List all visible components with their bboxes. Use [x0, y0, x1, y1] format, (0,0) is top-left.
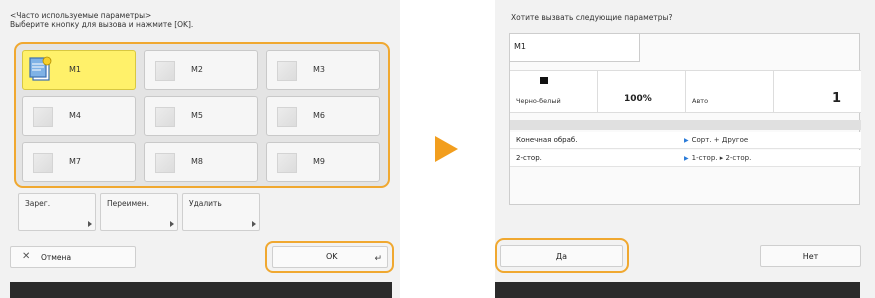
copies-cell: 1: [774, 71, 861, 113]
empty-memory-icon: [277, 107, 297, 127]
empty-memory-icon: [155, 61, 175, 81]
rename-button[interactable]: Переимен.: [100, 193, 178, 231]
rename-label: Переимен.: [107, 199, 150, 208]
memory-button-label: M1: [69, 65, 81, 74]
memory-button-m9[interactable]: M9: [266, 142, 380, 182]
memory-button-m6[interactable]: M6: [266, 96, 380, 136]
memory-button-label: M2: [191, 65, 203, 74]
option-row: 2-стор. ▶ 1-стор. ▸ 2-стор.: [510, 150, 861, 167]
yes-button[interactable]: Да: [500, 245, 623, 267]
memory-name: M1: [514, 42, 526, 51]
memory-button-label: M6: [313, 111, 325, 120]
memory-button-m7[interactable]: M7: [22, 142, 136, 182]
black-white-icon: [540, 77, 548, 84]
memory-button-label: M7: [69, 157, 81, 166]
confirm-title: Хотите вызвать следующие параметры?: [511, 13, 673, 22]
empty-memory-icon: [277, 153, 297, 173]
zoom-cell: 100%: [598, 71, 686, 113]
cancel-button[interactable]: ✕ Отмена: [10, 246, 136, 268]
memory-button-label: M4: [69, 111, 81, 120]
zoom-value: 100%: [624, 94, 652, 104]
memory-name-tab: M1: [510, 34, 640, 62]
empty-memory-icon: [33, 107, 53, 127]
register-button[interactable]: Зарег.: [18, 193, 96, 231]
option-name: Конечная обраб.: [516, 136, 578, 144]
submenu-arrow-icon: [88, 221, 92, 227]
memory-select-screen: <Часто используемые параметры> Выберите …: [0, 0, 400, 298]
option-value: ▶ Сорт. + Другое: [684, 136, 749, 144]
delete-label: Удалить: [189, 199, 222, 208]
settings-summary: M1 Черно-белый 100% Авто 1 Конечная обра…: [509, 33, 861, 205]
no-label: Нет: [802, 252, 819, 261]
memory-button-label: M3: [313, 65, 325, 74]
color-mode-value: Черно-белый: [516, 97, 561, 105]
ok-label: OK: [326, 252, 338, 261]
memory-button-m1[interactable]: M1: [22, 50, 136, 90]
basic-settings-row: Черно-белый 100% Авто 1: [510, 70, 861, 113]
delete-button[interactable]: Удалить: [182, 193, 260, 231]
submenu-arrow-icon: [170, 221, 174, 227]
memory-button-m8[interactable]: M8: [144, 142, 258, 182]
memory-button-m5[interactable]: M5: [144, 96, 258, 136]
submenu-arrow-icon: [252, 221, 256, 227]
yes-label: Да: [555, 252, 568, 261]
bullet-arrow-icon: ▶: [684, 155, 689, 162]
register-label: Зарег.: [25, 199, 51, 208]
divider: [510, 120, 861, 130]
empty-memory-icon: [155, 153, 175, 173]
status-bar: [495, 282, 860, 298]
memory-button-m4[interactable]: M4: [22, 96, 136, 136]
screen-instruction: Выберите кнопку для вызова и нажмите [OK…: [10, 20, 194, 29]
option-name: 2-стор.: [516, 154, 542, 162]
copies-value: 1: [831, 91, 841, 106]
ok-button[interactable]: OK ↵: [272, 246, 388, 268]
memory-button-grid: M1 M2 M3 M4 M5 M6 M7 M8 M9: [14, 42, 390, 188]
option-row: Конечная обраб. ▶ Сорт. + Другое: [510, 132, 861, 149]
memory-button-label: M8: [191, 157, 203, 166]
no-button[interactable]: Нет: [760, 245, 861, 267]
document-icon: [29, 56, 52, 81]
option-value: ▶ 1-стор. ▸ 2-стор.: [684, 154, 752, 162]
status-bar: [10, 282, 392, 298]
memory-button-m2[interactable]: M2: [144, 50, 258, 90]
empty-memory-icon: [155, 107, 175, 127]
cancel-label: Отмена: [41, 253, 72, 262]
bullet-arrow-icon: ▶: [684, 137, 689, 144]
enter-icon: ↵: [374, 254, 382, 264]
paper-cell: Авто: [686, 71, 774, 113]
next-step-arrow-icon: [435, 136, 458, 162]
memory-button-label: M5: [191, 111, 203, 120]
color-mode-cell: Черно-белый: [510, 71, 598, 113]
empty-memory-icon: [33, 153, 53, 173]
memory-button-m3[interactable]: M3: [266, 50, 380, 90]
paper-value: Авто: [692, 97, 709, 105]
close-icon: ✕: [22, 251, 31, 262]
memory-button-label: M9: [313, 157, 325, 166]
empty-memory-icon: [277, 61, 297, 81]
